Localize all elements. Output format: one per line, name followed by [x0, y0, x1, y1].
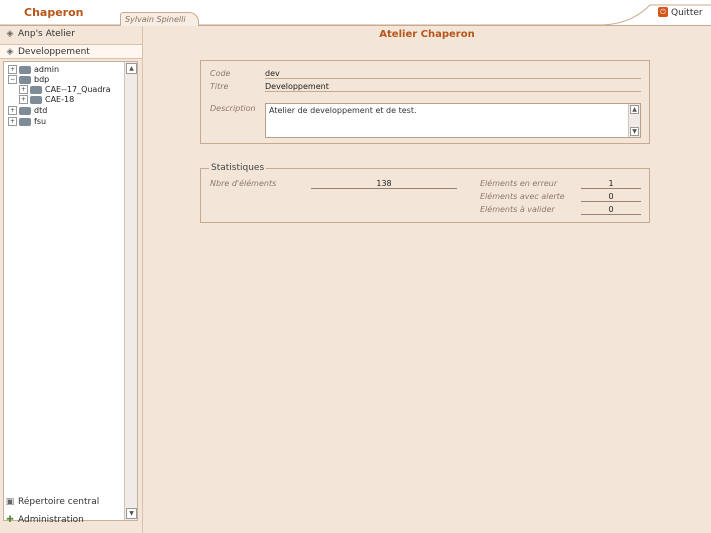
scroll-down-icon[interactable]: ▼	[630, 127, 639, 136]
tree-node-label: CAE-18	[45, 95, 75, 104]
statistics-panel: Statistiques Nbre d'éléments 138 Elément…	[200, 163, 650, 223]
erreur-label: Eléments en erreur	[480, 179, 558, 188]
page-title: Atelier Chaperon	[379, 29, 475, 40]
admin-label: Administration	[18, 515, 84, 525]
tree-node-bdp[interactable]: − bdp	[8, 75, 49, 85]
tree-node-cae18[interactable]: + CAE-18	[19, 95, 74, 105]
repository-icon: ▣	[5, 497, 15, 507]
nbre-label: Nbre d'éléments	[210, 179, 277, 188]
title-label: Titre	[210, 82, 229, 91]
folder-icon	[19, 65, 31, 74]
folder-icon	[19, 75, 31, 84]
tree-node-label: admin	[34, 65, 60, 74]
cube-icon: ◈	[6, 47, 14, 57]
admin-icon: ✚	[6, 515, 14, 525]
tree-node-label: CAE--17_Quadra	[45, 85, 111, 94]
tree-node-admin[interactable]: + admin	[8, 65, 59, 75]
tree-node-dtd[interactable]: + dtd	[8, 106, 47, 116]
description-label: Description	[210, 104, 256, 113]
alerte-value: 0	[581, 192, 641, 202]
expand-icon[interactable]: +	[8, 65, 17, 74]
user-tab[interactable]: Sylvain Spinelli	[120, 12, 199, 26]
main-content: Atelier Chaperon Code dev Titre Developp…	[143, 26, 711, 533]
sidebar-item-current[interactable]: ◈ Developpement	[0, 44, 142, 59]
description-textarea[interactable]: Atelier de developpement et de test. ▲ ▼	[265, 103, 641, 138]
quit-button[interactable]: ⏻ Quitter	[658, 7, 703, 19]
app-brand[interactable]: Chaperon	[24, 6, 83, 19]
folder-icon	[19, 106, 31, 115]
erreur-value: 1	[581, 179, 641, 189]
title-field[interactable]: Developpement	[265, 82, 641, 92]
atelier-properties-panel: Code dev Titre Developpement Description…	[200, 60, 650, 144]
folder-icon	[30, 85, 42, 94]
sidebar: ◈ Anp's Atelier ◈ Developpement + admin − bd…	[0, 26, 143, 533]
valider-value: 0	[581, 205, 641, 215]
scroll-up-icon[interactable]: ▲	[126, 63, 137, 74]
tree-node-cae17[interactable]: + CAE--17_Quadra	[19, 85, 111, 95]
quit-label: Quitter	[671, 8, 703, 18]
tree-scrollbar[interactable]: ▲ ▼	[124, 62, 137, 520]
expand-icon[interactable]: +	[19, 85, 28, 94]
nbre-value: 138	[311, 179, 457, 189]
statistics-legend: Statistiques	[209, 163, 267, 173]
sidebar-item-workspace[interactable]: ◈ Anp's Atelier	[0, 27, 142, 42]
header-curve	[0, 4, 711, 26]
tree-node-label: bdp	[34, 75, 50, 84]
current-label: Developpement	[18, 47, 90, 57]
alerte-label: Eléments avec alerte	[480, 192, 565, 201]
description-text: Atelier de developpement et de test.	[269, 106, 417, 115]
power-icon: ⏻	[658, 7, 668, 17]
tree-node-label: dtd	[34, 106, 48, 115]
expand-icon[interactable]: +	[19, 95, 28, 104]
central-label: Répertoire central	[18, 497, 100, 507]
scroll-up-icon[interactable]: ▲	[630, 105, 639, 114]
valider-label: Eléments à valider	[480, 205, 555, 214]
expand-icon[interactable]: +	[8, 117, 17, 126]
description-scrollbar[interactable]: ▲ ▼	[628, 104, 640, 137]
folder-icon	[19, 117, 31, 126]
tree-node-label: fsu	[34, 117, 47, 126]
tree-node-fsu[interactable]: + fsu	[8, 117, 46, 127]
sidebar-item-admin[interactable]: ✚ Administration	[0, 513, 142, 528]
expand-icon[interactable]: +	[8, 106, 17, 115]
folder-icon	[30, 95, 42, 104]
cube-icon: ◈	[6, 29, 14, 39]
collapse-icon[interactable]: −	[8, 75, 17, 84]
code-field[interactable]: dev	[265, 69, 641, 79]
workspace-label: Anp's Atelier	[18, 29, 75, 39]
top-bar: Chaperon Sylvain Spinelli ⏻ Quitter	[0, 0, 711, 26]
code-label: Code	[210, 69, 231, 78]
project-tree: + admin − bdp + CAE--17_Quadra + CAE-18 + dtd…	[3, 61, 138, 521]
sidebar-item-central[interactable]: ▣ Répertoire central	[0, 495, 142, 510]
